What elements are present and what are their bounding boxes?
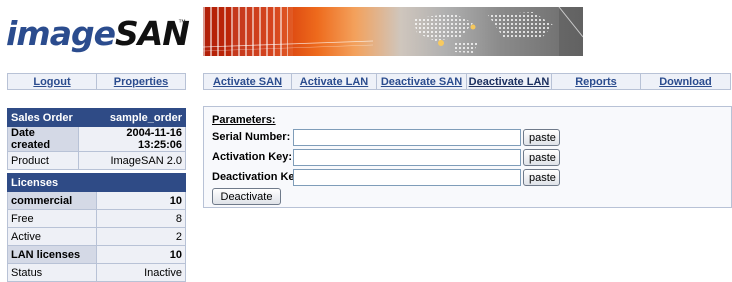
logo-image-text: image <box>6 14 116 53</box>
serial-number-input[interactable] <box>293 129 521 146</box>
product-value: ImageSAN 2.0 <box>77 151 187 170</box>
lan-licenses-value: 10 <box>96 245 186 264</box>
deactivate-button[interactable]: Deactivate <box>212 188 281 205</box>
serial-number-paste-button[interactable]: paste <box>523 129 560 146</box>
active-value: 2 <box>96 227 186 246</box>
nav-download[interactable]: Download <box>659 76 712 88</box>
licenses-table: Licenses commercial 10 Free 8 Active 2 L… <box>7 173 186 282</box>
nav-deactivate-san[interactable]: Deactivate SAN <box>381 76 462 88</box>
nav-reports[interactable]: Reports <box>575 76 617 88</box>
nav-activate-lan[interactable]: Activate LAN <box>300 76 368 88</box>
free-label: Free <box>7 209 97 228</box>
nav-activate-san[interactable]: Activate SAN <box>213 76 282 88</box>
deactivation-key-label: Deactivation Key: <box>212 171 305 183</box>
product-label: Product <box>7 151 79 170</box>
trademark-symbol: ™ <box>178 18 186 27</box>
free-value: 8 <box>96 209 186 228</box>
sales-order-value: sample_order <box>77 108 187 127</box>
logout-link[interactable]: Logout <box>33 76 70 88</box>
properties-link[interactable]: Properties <box>114 76 168 88</box>
parameters-form: Parameters: Serial Number: paste Activat… <box>203 106 732 208</box>
imagesan-logo: imageSAN ™ <box>6 14 190 54</box>
nav-deactivate-lan[interactable]: Deactivate LAN <box>469 76 550 88</box>
serial-number-label: Serial Number: <box>212 131 291 143</box>
sales-order-label: Sales Order <box>7 108 79 127</box>
activation-key-paste-button[interactable]: paste <box>523 149 560 166</box>
account-nav: Logout Properties <box>7 73 186 90</box>
parameters-title: Parameters: <box>212 114 276 126</box>
activation-key-label: Activation Key: <box>212 151 293 163</box>
commercial-label: commercial <box>7 191 97 210</box>
main-nav: Activate SAN Activate LAN Deactivate SAN… <box>203 73 731 90</box>
status-value: Inactive <box>96 263 186 282</box>
sales-order-table: Sales Order sample_order Date created 20… <box>7 108 187 170</box>
active-label: Active <box>7 227 97 246</box>
header-banner <box>203 7 583 56</box>
licenses-header: Licenses <box>7 173 186 192</box>
lan-licenses-label: LAN licenses <box>7 245 97 264</box>
date-created-value: 2004-11-16 13:25:06 <box>77 126 187 152</box>
date-created-label: Date created <box>7 126 79 152</box>
status-label: Status <box>7 263 97 282</box>
logo-wordmark: imageSAN <box>6 14 190 54</box>
deactivation-key-input[interactable] <box>293 169 521 186</box>
activation-key-input[interactable] <box>293 149 521 166</box>
banner-graphic <box>203 7 583 56</box>
commercial-value: 10 <box>96 191 186 210</box>
deactivation-key-paste-button[interactable]: paste <box>523 169 560 186</box>
